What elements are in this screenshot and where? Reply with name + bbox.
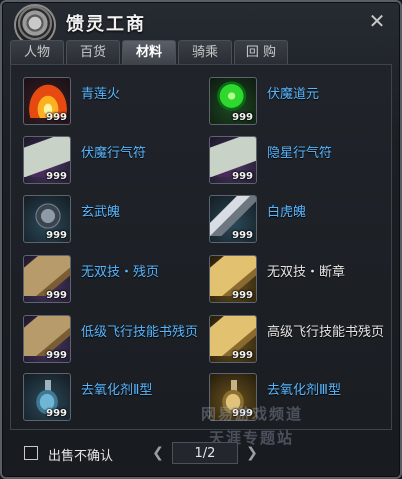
item-slot[interactable]: 999	[209, 136, 257, 184]
list-item[interactable]: 999 无双技・断章	[203, 251, 388, 309]
list-item[interactable]: 999 白虎魄	[203, 191, 388, 249]
list-item[interactable]: 999 隐星行气符	[203, 132, 388, 190]
item-name: 高级飞行技能书残页	[267, 325, 385, 340]
item-name: 隐星行气符	[267, 146, 333, 161]
arrow-left-icon[interactable]: ❮	[150, 443, 166, 463]
item-quantity: 999	[232, 290, 253, 301]
item-slot[interactable]: 999	[209, 195, 257, 243]
item-quantity: 999	[46, 408, 67, 419]
item-name: 伏魔行气符	[81, 146, 147, 161]
item-quantity: 999	[46, 171, 67, 182]
item-name: 青莲火	[81, 87, 121, 102]
list-item[interactable]: 999 低级飞行技能书残页	[17, 311, 202, 369]
item-name: 去氧化剂Ⅲ型	[267, 383, 341, 398]
item-slot[interactable]: 999	[209, 315, 257, 363]
list-item[interactable]: 999 无双技・残页	[17, 251, 202, 309]
item-quantity: 999	[46, 350, 67, 361]
tab-mounts[interactable]: 骑乘	[178, 40, 232, 64]
item-slot[interactable]: 999	[23, 255, 71, 303]
item-name: 伏魔道元	[267, 87, 320, 102]
item-quantity: 999	[232, 408, 253, 419]
item-slot[interactable]: 999	[209, 255, 257, 303]
shop-window: 馈灵工商 ✕ 人物 百货 材料 骑乘 回 购 999 青莲火 999 伏魔道元	[0, 0, 402, 479]
list-item[interactable]: 999 去氧化剂Ⅲ型	[203, 369, 388, 427]
no-confirm-label: 出售不确认	[48, 449, 114, 464]
item-name: 去氧化剂Ⅱ型	[81, 383, 153, 398]
list-item[interactable]: 999 玄武魄	[17, 191, 202, 249]
footer-bar: 出售不确认 ❮ 1/2 ❯	[10, 438, 392, 468]
page-indicator: 1/2	[172, 442, 238, 464]
close-icon[interactable]: ✕	[364, 8, 390, 34]
item-list-panel: 999 青莲火 999 伏魔道元 999 伏魔行气符 999 隐星行气符 999…	[10, 64, 392, 447]
list-item[interactable]: 999 去氧化剂Ⅱ型	[17, 369, 202, 427]
tab-bar: 人物 百货 材料 骑乘 回 购	[10, 40, 288, 64]
item-name: 玄武魄	[81, 205, 121, 220]
pagination: ❮ 1/2 ❯	[150, 440, 260, 466]
item-quantity: 999	[232, 112, 253, 123]
title-bar: 馈灵工商 ✕	[2, 2, 400, 46]
item-slot[interactable]: 999	[23, 136, 71, 184]
item-name: 低级飞行技能书残页	[81, 325, 199, 340]
item-name: 无双技・断章	[267, 265, 346, 280]
item-quantity: 999	[46, 230, 67, 241]
list-item[interactable]: 999 青莲火	[17, 73, 202, 131]
item-quantity: 999	[46, 112, 67, 123]
item-quantity: 999	[232, 171, 253, 182]
arrow-right-icon[interactable]: ❯	[244, 443, 260, 463]
item-slot[interactable]: 999	[23, 315, 71, 363]
tab-buyback[interactable]: 回 购	[234, 40, 288, 64]
item-slot[interactable]: 999	[209, 77, 257, 125]
item-slot[interactable]: 999	[209, 373, 257, 421]
item-name: 无双技・残页	[81, 265, 160, 280]
list-item[interactable]: 999 高级飞行技能书残页	[203, 311, 388, 369]
item-quantity: 999	[46, 290, 67, 301]
item-slot[interactable]: 999	[23, 195, 71, 243]
item-slot[interactable]: 999	[23, 373, 71, 421]
item-name: 白虎魄	[267, 205, 307, 220]
no-confirm-checkbox[interactable]	[24, 446, 38, 460]
item-quantity: 999	[232, 230, 253, 241]
tab-character[interactable]: 人物	[10, 40, 64, 64]
list-item[interactable]: 999 伏魔行气符	[17, 132, 202, 190]
item-quantity: 999	[232, 350, 253, 361]
list-item[interactable]: 999 伏魔道元	[203, 73, 388, 131]
window-title: 馈灵工商	[66, 14, 146, 35]
tab-materials[interactable]: 材料	[122, 40, 176, 64]
item-slot[interactable]: 999	[23, 77, 71, 125]
tab-general-goods[interactable]: 百货	[66, 40, 120, 64]
